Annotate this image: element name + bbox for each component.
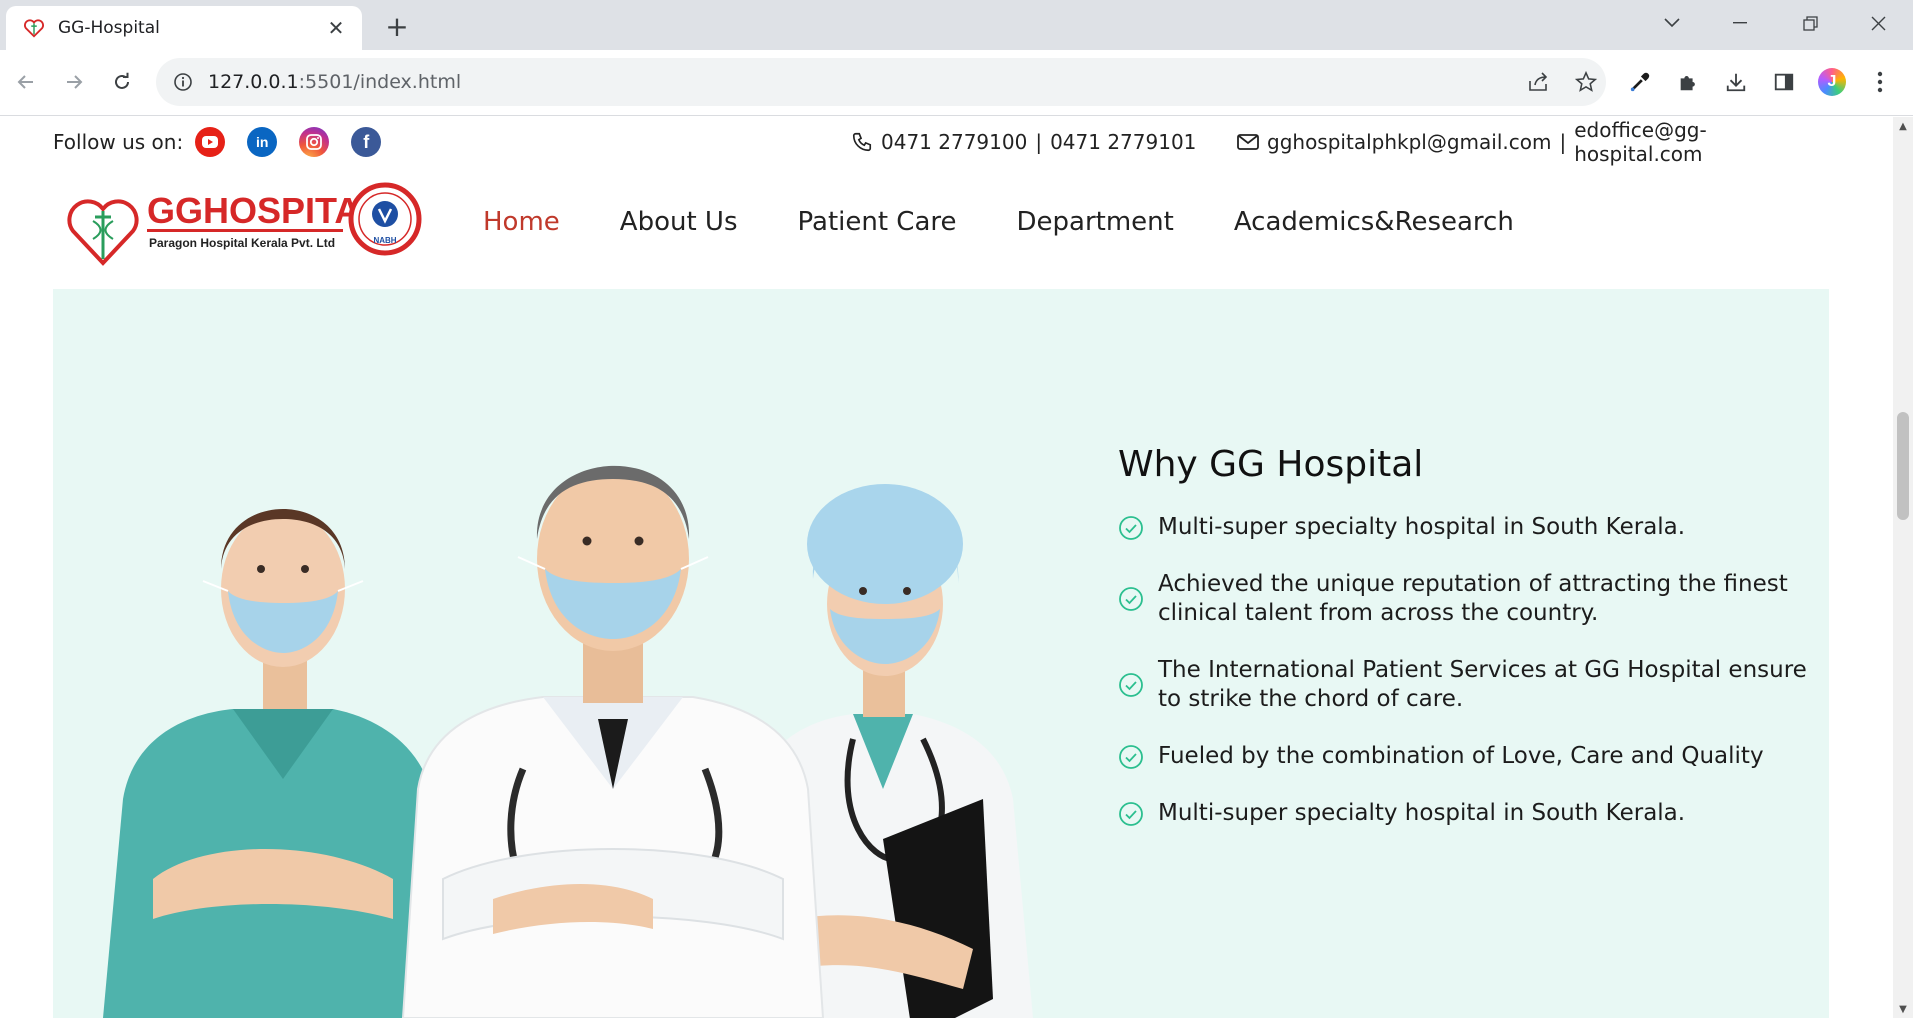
- why-list: Multi-super specialty hospital in South …: [1118, 513, 1818, 828]
- extensions-puzzle-icon[interactable]: [1670, 64, 1706, 100]
- why-hospital-section: Why GG Hospital Multi-super specialty ho…: [53, 289, 1829, 1018]
- phone-separator: |: [1035, 130, 1043, 154]
- doctors-photo: [103, 465, 1033, 1018]
- nav-home[interactable]: Home: [483, 207, 560, 237]
- list-item-text: Fueled by the combination of Love, Care …: [1158, 743, 1764, 769]
- tab-search-chevron-icon[interactable]: [1652, 8, 1692, 38]
- gg-hospital-logo[interactable]: GGHOSPITAL Paragon Hospital Kerala Pvt. …: [67, 181, 427, 291]
- main-nav: Home About Us Patient Care Department Ac…: [483, 207, 1574, 237]
- top-info-bar: Follow us on: in f 0471 2779100 | 0471 2…: [53, 117, 1829, 167]
- list-item: The International Patient Services at GG…: [1118, 656, 1818, 714]
- follow-us-label: Follow us on:: [53, 130, 184, 154]
- page-viewport: Follow us on: in f 0471 2779100 | 0471 2…: [0, 117, 1893, 1018]
- more-menu-icon[interactable]: [1862, 64, 1898, 100]
- list-item-text: Multi-super specialty hospital in South …: [1158, 800, 1686, 826]
- check-circle-icon: [1119, 515, 1143, 540]
- side-panel-icon[interactable]: [1766, 64, 1802, 100]
- nav-department[interactable]: Department: [1017, 207, 1174, 237]
- nurse-left-figure: [103, 509, 443, 1018]
- address-bar[interactable]: 127.0.0.1:5501/index.html: [156, 58, 1606, 106]
- heart-logo-icon: [22, 16, 46, 40]
- close-window-icon[interactable]: [1858, 8, 1898, 38]
- check-circle-icon: [1119, 673, 1143, 697]
- email-2[interactable]: edoffice@gg-hospital.com: [1574, 118, 1829, 166]
- list-item: Multi-super specialty hospital in South …: [1118, 799, 1818, 828]
- phone-number-1[interactable]: 0471 2779100: [881, 130, 1027, 154]
- why-content: Why GG Hospital Multi-super specialty ho…: [1118, 444, 1818, 856]
- profile-avatar[interactable]: J: [1814, 64, 1850, 100]
- logo-wordmark: GGHOSPITAL: [147, 190, 382, 231]
- download-icon[interactable]: [1718, 64, 1754, 100]
- back-arrow-icon[interactable]: [8, 64, 44, 100]
- check-circle-icon: [1119, 801, 1143, 826]
- logo-subtitle: Paragon Hospital Kerala Pvt. Ltd: [149, 236, 335, 250]
- restore-icon[interactable]: [1790, 8, 1830, 38]
- new-tab-button[interactable]: +: [382, 10, 412, 43]
- tab-title: GG-Hospital: [58, 18, 160, 38]
- browser-toolbar: 127.0.0.1:5501/index.html J: [0, 50, 1913, 116]
- url-host: 127.0.0.1: [208, 71, 299, 93]
- email-1[interactable]: gghospitalphkpl@gmail.com: [1267, 130, 1551, 154]
- linkedin-icon[interactable]: in: [247, 127, 278, 157]
- reload-icon[interactable]: [104, 64, 140, 100]
- nav-about-us[interactable]: About Us: [620, 207, 738, 237]
- scroll-down-arrow-icon[interactable]: ▼: [1893, 1000, 1913, 1018]
- browser-tab[interactable]: GG-Hospital ✕: [6, 6, 362, 50]
- check-circle-icon: [1119, 744, 1143, 769]
- list-item: Multi-super specialty hospital in South …: [1118, 513, 1818, 542]
- email-contact: gghospitalphkpl@gmail.com | edoffice@gg-…: [1237, 118, 1829, 166]
- close-tab-icon[interactable]: ✕: [324, 16, 348, 40]
- page-scrollbar[interactable]: ▲ ▼: [1893, 117, 1913, 1018]
- nav-patient-care[interactable]: Patient Care: [798, 207, 957, 237]
- scroll-up-arrow-icon[interactable]: ▲: [1893, 117, 1913, 135]
- list-item-text: Achieved the unique reputation of attrac…: [1158, 571, 1788, 626]
- share-icon[interactable]: [1520, 58, 1556, 106]
- forward-arrow-icon[interactable]: [56, 64, 92, 100]
- email-separator: |: [1559, 130, 1567, 154]
- eyedropper-extension-icon[interactable]: [1622, 64, 1658, 100]
- section-title: Why GG Hospital: [1118, 444, 1424, 485]
- site-info-icon[interactable]: [172, 71, 194, 93]
- list-item-text: The International Patient Services at GG…: [1158, 657, 1807, 712]
- minimize-icon[interactable]: [1720, 8, 1760, 38]
- nav-academics-research[interactable]: Academics&Research: [1234, 207, 1514, 237]
- doctor-center-figure: [401, 465, 825, 1018]
- phone-number-2[interactable]: 0471 2779101: [1050, 130, 1196, 154]
- scroll-thumb[interactable]: [1897, 412, 1909, 520]
- youtube-icon[interactable]: [195, 127, 226, 157]
- instagram-icon[interactable]: [299, 127, 330, 157]
- bookmark-star-icon[interactable]: [1568, 58, 1604, 106]
- site-header: GGHOSPITAL Paragon Hospital Kerala Pvt. …: [53, 177, 1829, 287]
- check-circle-icon: [1119, 587, 1143, 611]
- list-item: Achieved the unique reputation of attrac…: [1118, 570, 1818, 628]
- url-path: :5501/index.html: [298, 71, 462, 93]
- facebook-icon[interactable]: f: [351, 127, 382, 157]
- nabh-badge-text: NABH: [373, 236, 396, 245]
- list-item: Fueled by the combination of Love, Care …: [1118, 742, 1818, 771]
- mail-icon: [1237, 133, 1259, 151]
- list-item-text: Multi-super specialty hospital in South …: [1158, 514, 1686, 540]
- tab-strip: GG-Hospital ✕ +: [0, 0, 1913, 50]
- phone-contact: 0471 2779100 | 0471 2779101: [851, 130, 1196, 154]
- phone-icon: [851, 131, 873, 153]
